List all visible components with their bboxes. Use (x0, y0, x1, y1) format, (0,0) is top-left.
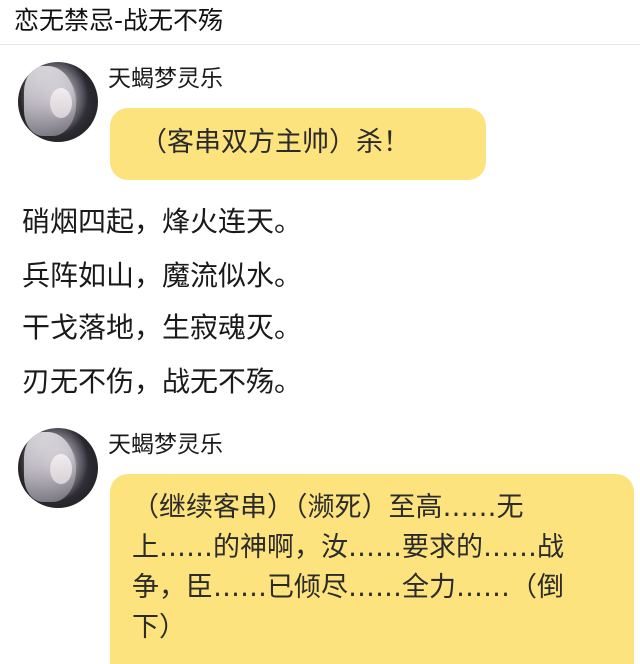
message-text-line: 上……的神啊，汝……要求的……战 (132, 532, 564, 563)
message-username[interactable]: 天蝎梦灵乐 (108, 64, 223, 94)
post-title: 恋无禁忌-战无不殇 (14, 6, 224, 35)
message-text-line: （继续客串）（濒死）至高……无 (132, 492, 524, 523)
poem-line: 刃无不伤，战无不殇。 (22, 365, 303, 398)
message-text-line: 下） (132, 612, 186, 643)
poem-line: 干戈落地，生寂魂灭。 (22, 311, 303, 344)
user-avatar-icon[interactable] (18, 62, 98, 142)
message-bubble: （继续客串）（濒死）至高……无 上……的神啊，汝……要求的……战 争，臣……已倾… (110, 474, 634, 664)
message-username[interactable]: 天蝎梦灵乐 (108, 430, 223, 460)
user-avatar-icon[interactable] (18, 428, 98, 508)
poem-line: 兵阵如山，魔流似水。 (22, 259, 303, 292)
poem-line: 硝烟四起，烽火连天。 (22, 205, 303, 238)
message-text: （客串双方主帅）杀！ (140, 127, 410, 158)
message-bubble: （客串双方主帅）杀！ (110, 108, 486, 180)
title-bar: 恋无禁忌-战无不殇 (0, 0, 640, 45)
message-text-line: 争，臣……已倾尽……全力……（倒 (132, 572, 564, 603)
